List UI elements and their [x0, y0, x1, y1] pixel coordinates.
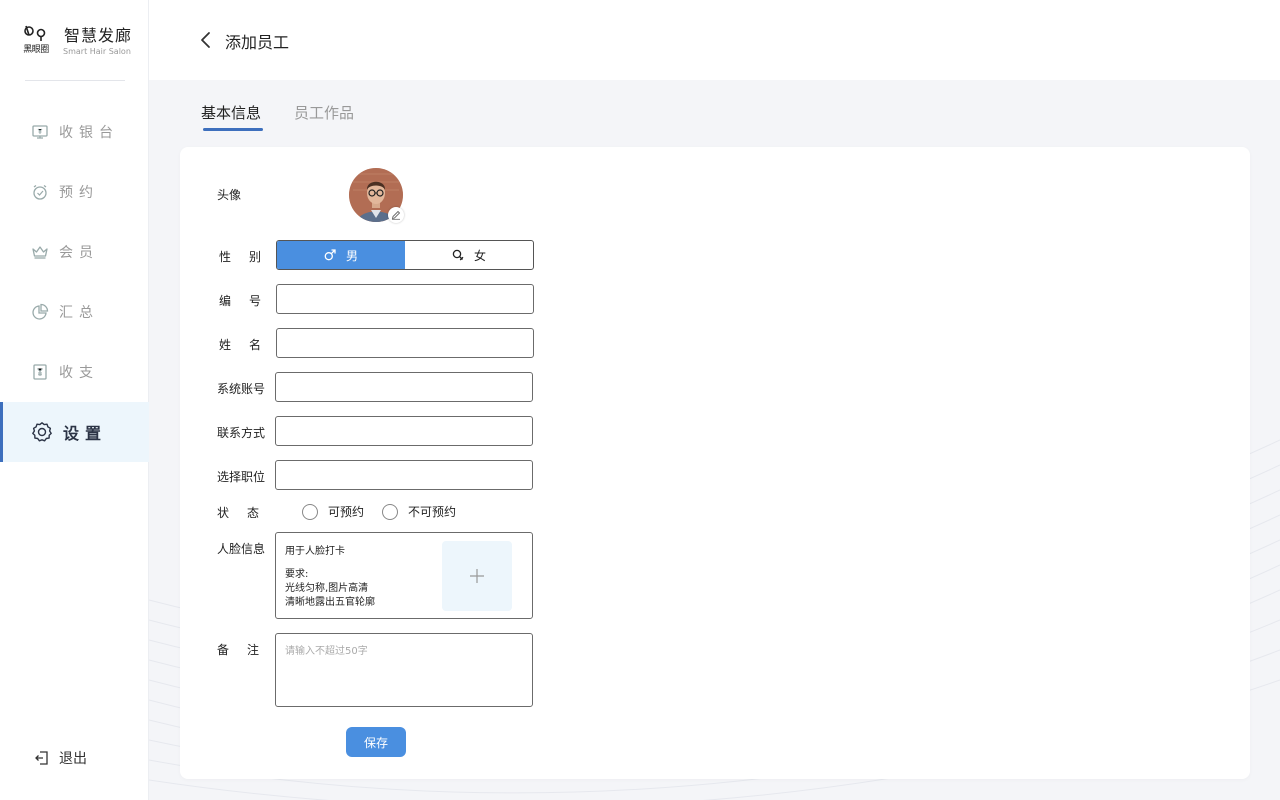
- male-symbol-icon: [324, 249, 336, 261]
- face-desc: 用于人脸打卡: [285, 546, 345, 557]
- face-req-2: 清晰地露出五官轮廓: [285, 597, 375, 608]
- female-symbol-icon: [452, 249, 464, 261]
- pie-chart-icon: [31, 303, 49, 321]
- divider: [25, 80, 125, 81]
- logout-label: 退出: [59, 751, 87, 767]
- logout-icon: [33, 749, 51, 767]
- number-input[interactable]: [276, 284, 534, 314]
- position-select[interactable]: [275, 460, 533, 490]
- status-unavailable-radio[interactable]: 不可预约: [382, 503, 456, 520]
- gender-toggle: 男 女: [276, 240, 534, 270]
- page-header: 添加员工: [149, 0, 1280, 80]
- sidebar-item-appointment[interactable]: 预约: [0, 162, 149, 222]
- face-info-box: 用于人脸打卡 要求: 光线匀称,图片高清 清晰地露出五官轮廓: [275, 532, 533, 619]
- sidebar-nav: 收银台 预约 会员 汇总 收支 设置: [0, 102, 149, 462]
- alarm-clock-icon: [31, 183, 49, 201]
- sidebar-item-label: 会员: [59, 245, 99, 261]
- contact-label: 联系方式: [217, 426, 266, 440]
- sidebar-item-summary[interactable]: 汇总: [0, 282, 149, 342]
- brand: 黑眼圈 智慧发廊 Smart Hair Salon: [0, 0, 149, 81]
- logout-button[interactable]: 退出: [33, 748, 87, 768]
- sidebar-item-finance[interactable]: 收支: [0, 342, 149, 402]
- status-label: 状态: [217, 506, 278, 520]
- edit-avatar-icon[interactable]: [388, 207, 404, 223]
- yuan-ledger-icon: [31, 363, 49, 381]
- gender-label: 性别: [219, 250, 280, 264]
- face-info-label: 人脸信息: [217, 542, 266, 556]
- brand-subtitle: Smart Hair Salon: [63, 47, 131, 56]
- status-available-radio[interactable]: 可预约: [302, 503, 364, 520]
- face-req-title: 要求:: [285, 569, 309, 580]
- cashier-icon: [31, 123, 49, 141]
- number-label: 编号: [219, 294, 280, 308]
- remark-label: 备注: [217, 643, 278, 657]
- save-button[interactable]: 保存: [346, 727, 406, 757]
- account-label: 系统账号: [217, 382, 266, 396]
- name-input[interactable]: [276, 328, 534, 358]
- remark-textarea[interactable]: [275, 633, 533, 707]
- gender-female-label: 女: [473, 248, 486, 263]
- status-unavailable-label: 不可预约: [408, 505, 457, 519]
- sidebar-item-label: 收银台: [59, 125, 119, 141]
- face-req-1: 光线匀称,图片高清: [285, 583, 369, 594]
- sidebar-item-members[interactable]: 会员: [0, 222, 149, 282]
- avatar-label: 头像: [217, 188, 242, 202]
- contact-input[interactable]: [275, 416, 533, 446]
- back-chevron-icon[interactable]: [199, 30, 213, 50]
- gear-icon: [31, 421, 53, 443]
- sidebar: 黑眼圈 智慧发廊 Smart Hair Salon 收银台 预约 会员 汇总 收…: [0, 0, 149, 800]
- sidebar-item-label: 设置: [63, 424, 108, 443]
- radio-circle: [382, 503, 398, 520]
- gender-male-option[interactable]: 男: [277, 241, 405, 269]
- gender-female-option[interactable]: 女: [405, 241, 533, 269]
- plus-icon: [470, 569, 484, 583]
- sidebar-item-label: 汇总: [59, 305, 99, 321]
- tab-staff-works[interactable]: 员工作品: [294, 102, 354, 123]
- sidebar-item-cashier[interactable]: 收银台: [0, 102, 149, 162]
- crown-icon: [31, 243, 49, 261]
- status-available-label: 可预约: [328, 505, 365, 519]
- gender-male-label: 男: [345, 248, 358, 263]
- name-label: 姓名: [219, 338, 280, 352]
- position-label: 选择职位: [217, 470, 266, 484]
- account-input[interactable]: [275, 372, 533, 402]
- sidebar-item-settings[interactable]: 设置: [0, 402, 149, 462]
- sidebar-item-label: 预约: [59, 185, 99, 201]
- page-title: 添加员工: [225, 33, 290, 52]
- face-upload-button[interactable]: [442, 541, 512, 611]
- logo-text: 黑眼圈: [23, 45, 49, 55]
- tab-active-indicator: [203, 128, 263, 131]
- sidebar-item-label: 收支: [59, 365, 99, 381]
- tab-basic-info[interactable]: 基本信息: [201, 102, 261, 123]
- radio-circle: [302, 503, 318, 520]
- brand-name: 智慧发廊: [64, 26, 133, 45]
